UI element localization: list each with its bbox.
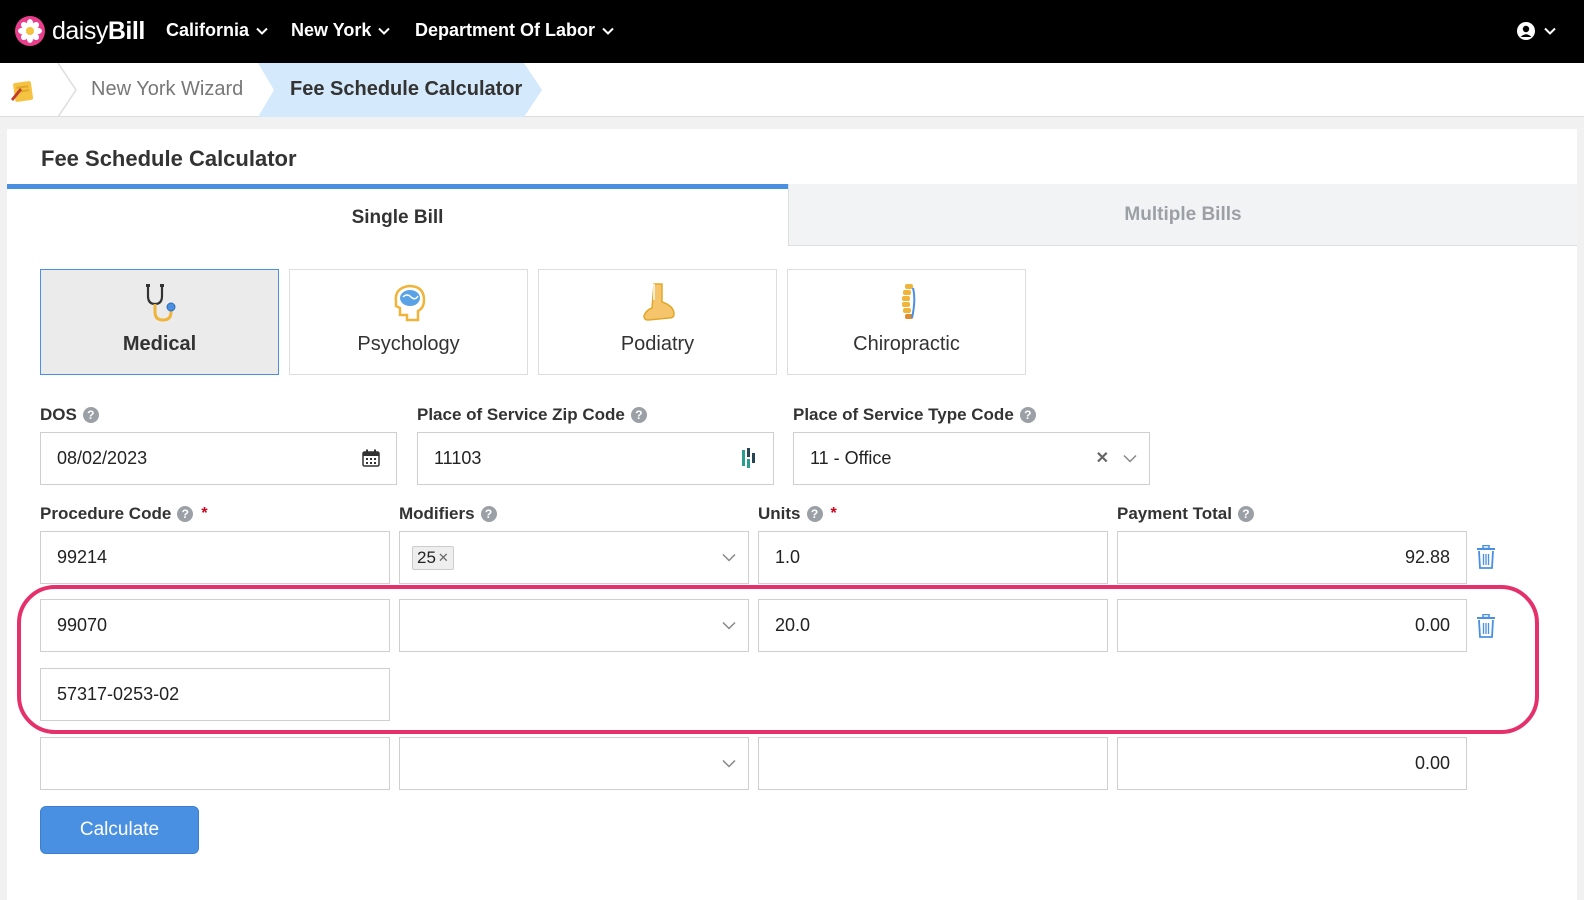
- page-title: Fee Schedule Calculator: [41, 146, 297, 171]
- units-label: Units? *: [758, 504, 837, 523]
- breadcrumb-fee-schedule-calculator: Fee Schedule Calculator: [290, 78, 523, 100]
- bill-type-podiatry[interactable]: Podiatry: [538, 269, 777, 375]
- units-input[interactable]: 1.0: [758, 531, 1108, 584]
- brand-name: daisyBill: [52, 16, 145, 45]
- chevron-down-icon: [722, 553, 736, 562]
- pos-type-select[interactable]: 11 - Office ✕: [793, 432, 1150, 485]
- chevron-down-icon: [1123, 454, 1137, 463]
- tab-single-bill[interactable]: Single Bill: [7, 184, 788, 246]
- highlight-outline: [17, 585, 1539, 734]
- chevron-down-icon: [722, 759, 736, 768]
- procedure-code-label: Procedure Code? *: [40, 504, 208, 523]
- help-icon[interactable]: ?: [1237, 506, 1254, 522]
- bill-type-chiropractic[interactable]: Chiropractic: [787, 269, 1026, 375]
- breadcrumb: New York Wizard Fee Schedule Calculator: [0, 63, 1584, 117]
- nav-new-york-label: New York: [291, 20, 372, 40]
- help-icon[interactable]: ?: [177, 506, 194, 522]
- foot-icon: [642, 283, 675, 321]
- calendar-icon[interactable]: [362, 449, 380, 467]
- bill-type-label: Medical: [122, 333, 197, 355]
- procedure-code-input[interactable]: 99214: [40, 531, 390, 584]
- required-mark: *: [201, 505, 208, 522]
- help-icon[interactable]: ?: [630, 407, 647, 423]
- user-avatar-icon: [1517, 22, 1535, 40]
- calculate-button[interactable]: Calculate: [40, 806, 199, 854]
- stethoscope-icon: [145, 284, 175, 322]
- nav-california-label: California: [166, 20, 250, 40]
- help-icon[interactable]: ?: [82, 407, 99, 423]
- pos-type-label: Place of Service Type Code?: [793, 405, 1036, 425]
- notepad-icon[interactable]: [8, 75, 38, 105]
- nav-new-york[interactable]: New York: [291, 20, 391, 41]
- chevron-down-icon: [1544, 27, 1556, 35]
- user-menu[interactable]: [1516, 21, 1556, 41]
- dos-input[interactable]: 08/02/2023: [40, 432, 397, 485]
- spine-icon: [901, 284, 915, 319]
- chevron-down-icon: [378, 27, 391, 35]
- modifier-tag[interactable]: 25 ✕: [412, 545, 454, 570]
- modifiers-label: Modifiers?: [399, 504, 497, 524]
- zip-input[interactable]: 11103: [417, 432, 774, 485]
- nav-department-of-labor[interactable]: Department Of Labor: [415, 20, 614, 41]
- procedure-code-input[interactable]: [40, 737, 390, 790]
- remove-tag-icon[interactable]: ✕: [438, 550, 449, 566]
- help-icon[interactable]: ?: [1019, 407, 1036, 423]
- chevron-down-icon: [256, 27, 268, 35]
- bill-type-label: Psychology: [357, 333, 460, 355]
- payment-total-field: 92.88: [1117, 531, 1467, 584]
- chevron-down-icon: [602, 27, 614, 35]
- bill-type-label: Chiropractic: [853, 333, 960, 355]
- nav-dol-label: Department Of Labor: [415, 20, 596, 40]
- bill-type-psychology[interactable]: Psychology: [289, 269, 528, 375]
- breadcrumb-new-york-wizard[interactable]: New York Wizard: [91, 78, 243, 101]
- required-mark: *: [830, 505, 837, 522]
- tab-multiple-bills[interactable]: Multiple Bills: [788, 184, 1577, 246]
- breadcrumb-separator: [57, 63, 77, 117]
- help-icon[interactable]: ?: [480, 506, 497, 522]
- payment-total-field: 0.00: [1117, 737, 1467, 790]
- autofill-icon: [742, 448, 755, 468]
- bill-type-medical[interactable]: Medical: [40, 269, 279, 375]
- bill-type-label: Podiatry: [620, 333, 695, 355]
- nav-california[interactable]: California: [166, 20, 268, 41]
- top-navigation-bar: daisyBill California New York Department…: [0, 0, 1584, 63]
- modifiers-select[interactable]: [399, 737, 749, 790]
- calculator-panel: Fee Schedule Calculator Single Bill Mult…: [7, 129, 1577, 900]
- help-icon[interactable]: ?: [806, 506, 823, 522]
- modifiers-select[interactable]: 25 ✕: [399, 531, 749, 584]
- daisy-flower-icon: [15, 16, 45, 46]
- dos-label: DOS?: [40, 405, 99, 425]
- trash-icon[interactable]: [1476, 545, 1496, 569]
- units-input[interactable]: [758, 737, 1108, 790]
- brain-icon: [394, 284, 425, 322]
- daisybill-logo[interactable]: daisyBill: [14, 15, 145, 47]
- payment-total-label: Payment Total?: [1117, 504, 1254, 524]
- clear-icon[interactable]: ✕: [1096, 448, 1109, 468]
- zip-label: Place of Service Zip Code?: [417, 405, 647, 425]
